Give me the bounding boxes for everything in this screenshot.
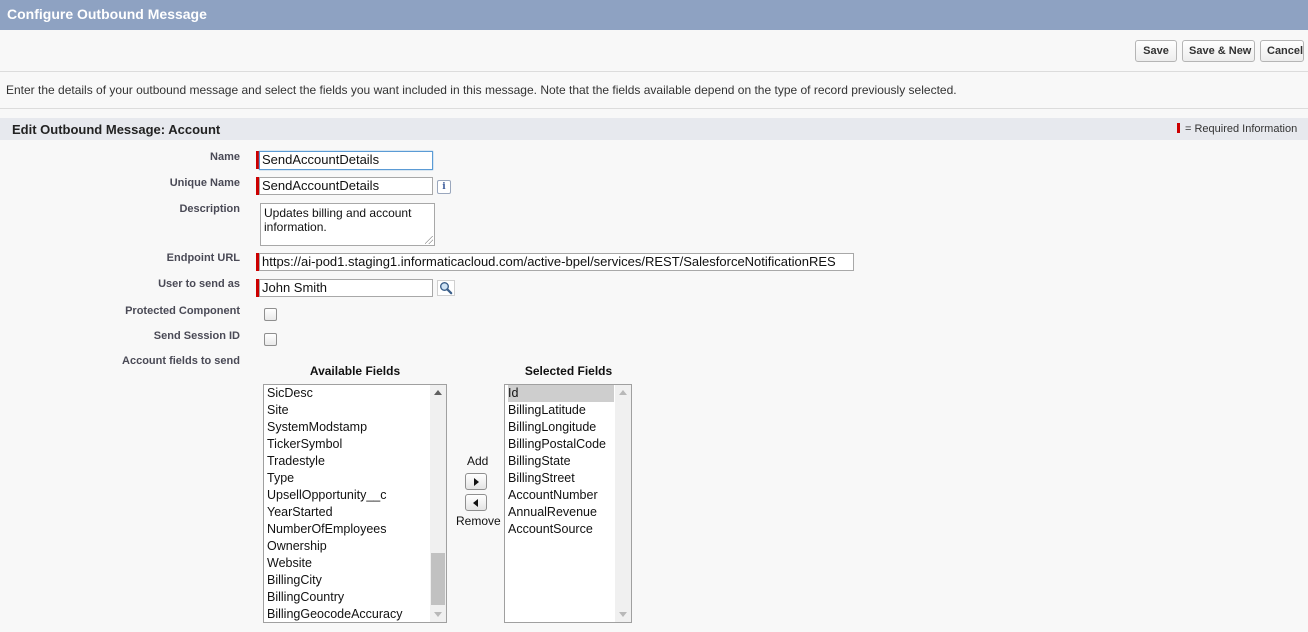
available-fields-option[interactable]: Site [267,402,429,419]
section-title: Edit Outbound Message: Account [12,122,221,137]
send-session-id-checkbox[interactable] [264,333,277,346]
available-fields-option[interactable]: BillingGeocodeAccuracy [267,606,429,622]
available-fields-option[interactable]: YearStarted [267,504,429,521]
remove-label: Remove [456,514,501,528]
available-fields-option[interactable]: UpsellOpportunity__c [267,487,429,504]
scroll-up-arrow-icon [434,390,442,395]
save-button[interactable]: Save [1135,40,1177,62]
selected-fields-listbox[interactable]: Id BillingLatitude BillingLongitude Billing… [504,384,632,623]
available-fields-option[interactable]: Tradestyle [267,453,429,470]
remove-field-button[interactable] [465,494,487,511]
section-header: Edit Outbound Message: Account = Require… [0,118,1308,140]
selected-fields-option[interactable]: BillingState [508,453,614,470]
lookup-magnifier-icon[interactable] [437,280,455,296]
selected-fields-option[interactable]: Id [508,385,614,402]
selected-fields-option[interactable]: BillingStreet [508,470,614,487]
protected-component-label: Protected Component [125,305,240,317]
required-legend: = Required Information [1177,123,1297,135]
intro-text: Enter the details of your outbound messa… [6,83,957,97]
available-fields-option[interactable]: Website [267,555,429,572]
available-fields-option[interactable]: Ownership [267,538,429,555]
scrollbar-thumb[interactable] [431,553,445,605]
scroll-up-arrow-icon [619,390,627,395]
scroll-up-button[interactable] [430,385,446,401]
selected-fields-title: Selected Fields [524,364,613,378]
available-fields-option[interactable]: BillingCity [267,572,429,589]
selected-fields-list: Id BillingLatitude BillingLongitude Billing… [508,385,614,538]
description-text: Updates billing and account information. [264,206,412,234]
selected-scrollbar[interactable] [615,385,631,622]
available-fields-option[interactable]: SystemModstamp [267,419,429,436]
scroll-down-arrow-icon [619,612,627,617]
selected-fields-option[interactable]: BillingLatitude [508,402,614,419]
available-fields-listbox[interactable]: SicDesc Site SystemModstamp TickerSymbol Tra… [263,384,447,623]
unique-name-input[interactable]: SendAccountDetails [259,177,433,195]
protected-component-checkbox[interactable] [264,308,277,321]
page-title: Configure Outbound Message [7,6,207,22]
unique-name-label: Unique Name [169,177,240,189]
description-textarea[interactable]: Updates billing and account information. [260,203,435,246]
resize-handle-icon[interactable] [425,236,433,244]
selected-fields-option[interactable]: AccountNumber [508,487,614,504]
description-label: Description [179,203,240,215]
scroll-down-button[interactable] [430,606,446,622]
arrow-right-icon [474,478,479,486]
available-fields-option[interactable]: SicDesc [267,385,429,402]
selected-fields-option[interactable]: BillingLongitude [508,419,614,436]
add-field-button[interactable] [465,473,487,490]
scroll-down-arrow-icon [434,612,442,617]
divider [0,71,1308,72]
name-input[interactable]: SendAccountDetails [259,151,433,170]
cancel-button[interactable]: Cancel [1260,40,1304,62]
selected-fields-option[interactable]: AnnualRevenue [508,504,614,521]
info-icon[interactable]: i [437,180,451,194]
user-lookup-input[interactable]: John Smith [259,279,433,297]
available-fields-list: SicDesc Site SystemModstamp TickerSymbol Tra… [267,385,429,622]
divider [0,108,1308,109]
endpoint-url-input[interactable]: https://ai-pod1.staging1.informaticaclou… [259,253,854,271]
scroll-up-button[interactable] [615,385,631,401]
name-label: Name [210,151,240,163]
available-fields-title: Available Fields [309,364,401,378]
arrow-left-icon [473,499,478,507]
selected-fields-option[interactable]: AccountSource [508,521,614,538]
available-fields-option[interactable]: TickerSymbol [267,436,429,453]
available-fields-option[interactable]: Type [267,470,429,487]
add-label: Add [467,454,489,468]
page-header: Configure Outbound Message [0,0,1308,30]
selected-fields-option[interactable]: BillingPostalCode [508,436,614,453]
user-to-send-as-label: User to send as [158,278,240,290]
available-fields-option[interactable]: NumberOfEmployees [267,521,429,538]
required-marker-icon [1177,123,1180,133]
scroll-down-button[interactable] [615,606,631,622]
endpoint-url-label: Endpoint URL [166,252,240,264]
available-scrollbar[interactable] [430,385,446,622]
send-session-id-label: Send Session ID [153,330,240,342]
save-and-new-button[interactable]: Save & New [1182,40,1255,62]
account-fields-label: Account fields to send [122,355,240,367]
available-fields-option[interactable]: BillingCountry [267,589,429,606]
required-legend-text: = Required Information [1185,123,1298,135]
